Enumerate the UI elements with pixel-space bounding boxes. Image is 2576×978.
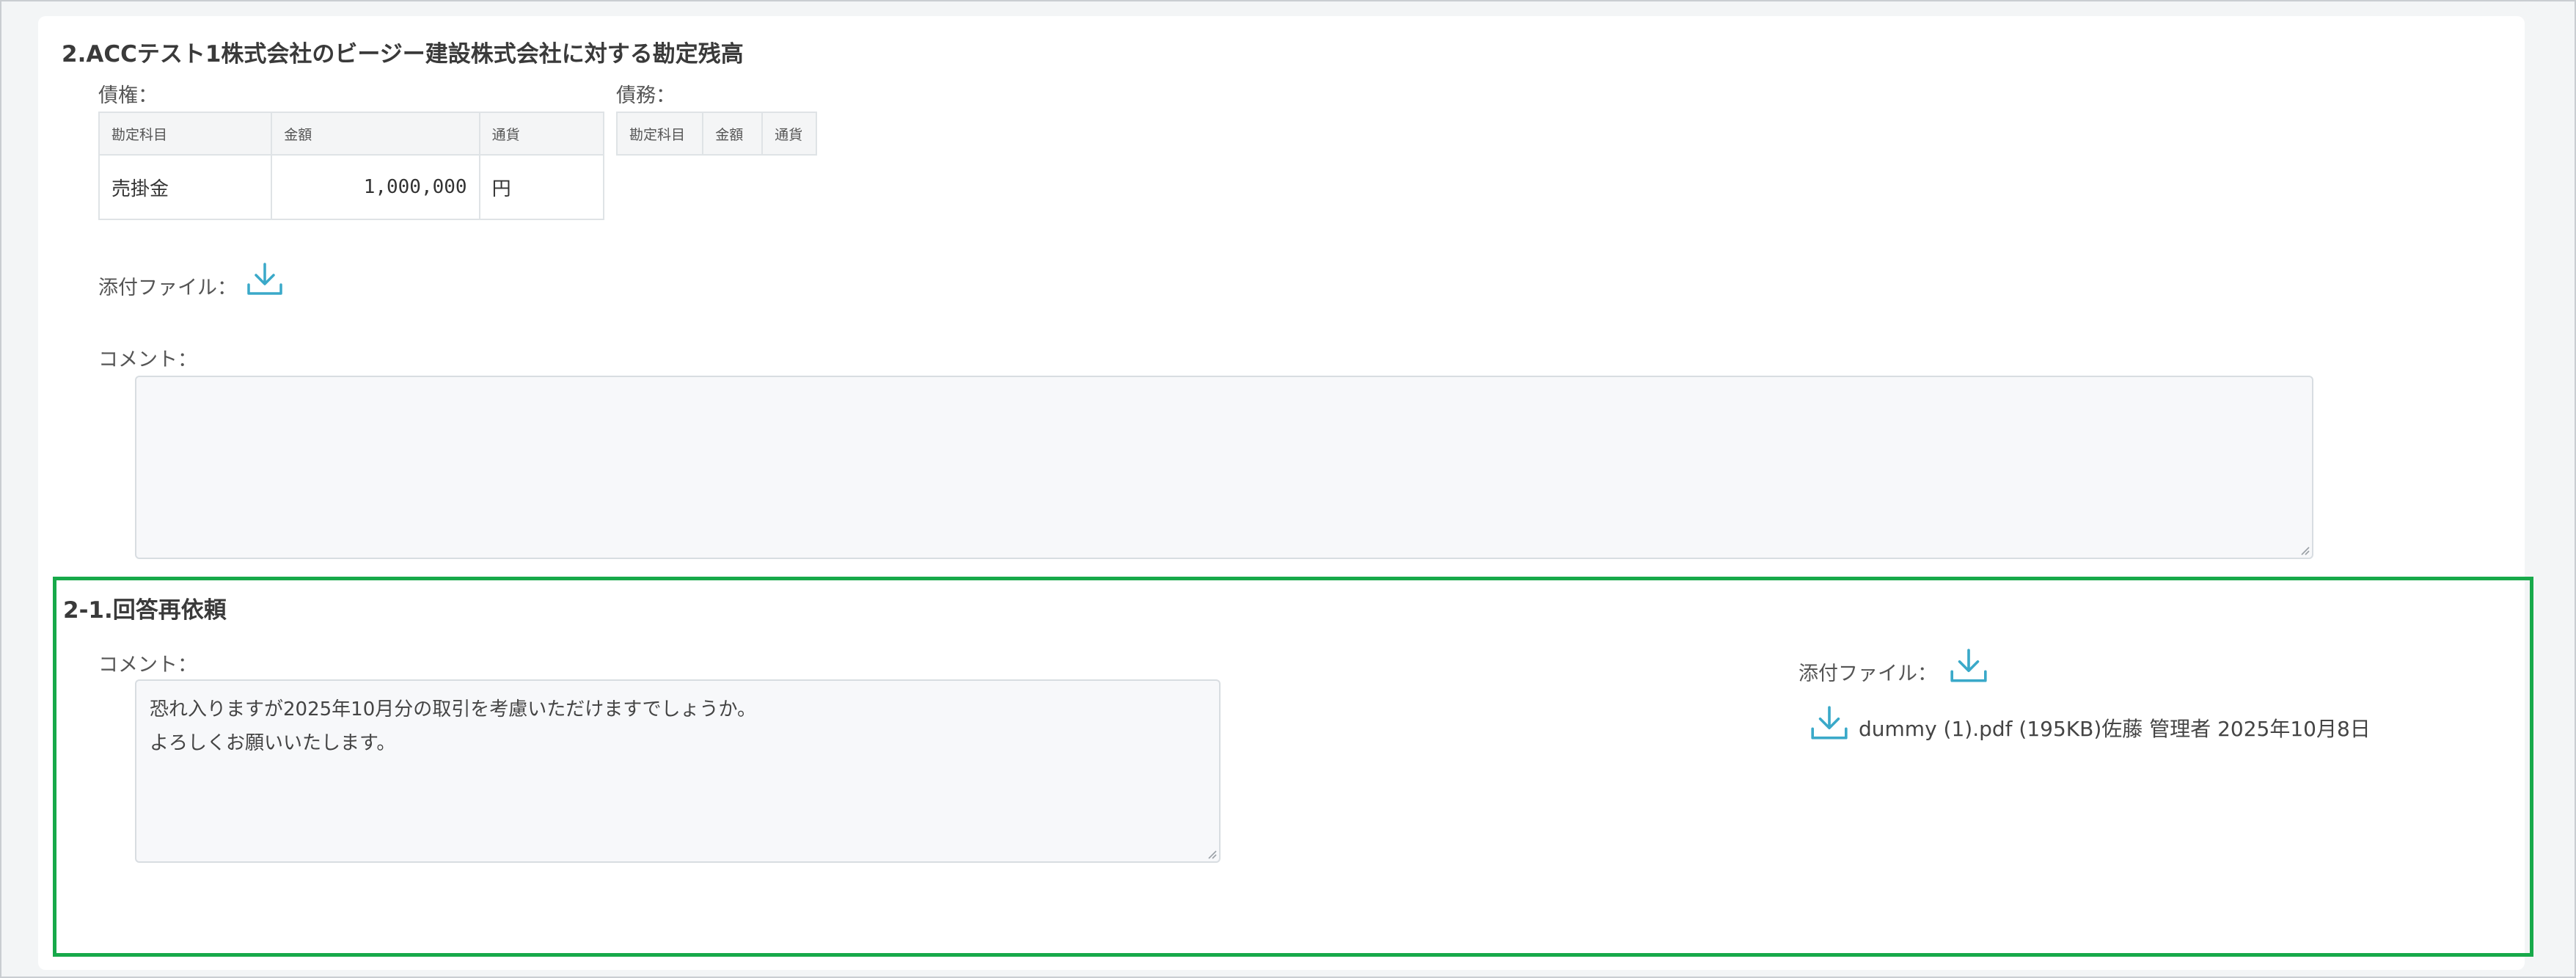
table-row: 売掛金 1,000,000 円 <box>98 154 605 220</box>
receivables-table: 勘定科目 金額 通貨 売掛金 1,000,000 円 <box>98 112 605 220</box>
receivables-header-amount: 金額 <box>271 112 480 156</box>
payables-table: 勘定科目 金額 通貨 <box>615 112 817 156</box>
comment-textarea[interactable] <box>135 376 2313 559</box>
payables-header-currency: 通貨 <box>761 112 817 156</box>
download-icon[interactable] <box>245 261 285 301</box>
receivables-label: 債権： <box>98 84 158 107</box>
resize-grip-icon[interactable] <box>2299 545 2310 555</box>
receivables-account-cell: 売掛金 <box>98 154 273 220</box>
payables-header-account: 勘定科目 <box>615 112 704 156</box>
receivables-header-account: 勘定科目 <box>98 112 273 156</box>
comment-label: コメント： <box>98 348 197 371</box>
receivables-amount-cell: 1,000,000 <box>271 154 480 220</box>
payables-label: 債務： <box>616 84 676 107</box>
attachment-label: 添付ファイル： <box>98 277 237 299</box>
payables-header-row: 勘定科目 金額 通貨 <box>615 112 817 156</box>
receivables-header-currency: 通貨 <box>478 112 605 156</box>
section-title-balance: 2.ACCテスト1株式会社のビージー建設株式会社に対する勘定残高 <box>62 41 744 67</box>
payables-header-amount: 金額 <box>702 112 764 156</box>
receivables-header-row: 勘定科目 金額 通貨 <box>98 112 605 156</box>
receivables-currency-cell: 円 <box>478 154 605 220</box>
rerequest-highlight-box <box>53 577 2533 957</box>
